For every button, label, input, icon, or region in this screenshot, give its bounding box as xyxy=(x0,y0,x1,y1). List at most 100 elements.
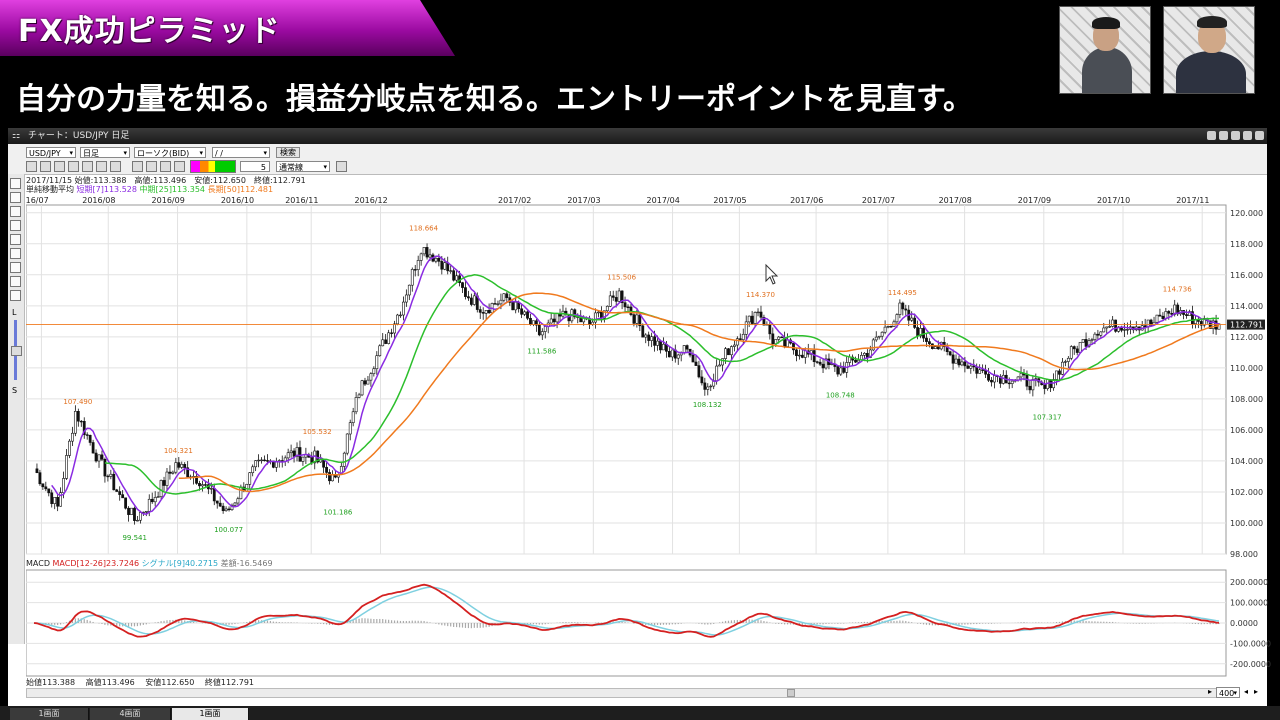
candle-body xyxy=(685,345,689,350)
line-width-input[interactable]: 5 xyxy=(240,161,270,172)
candle-body xyxy=(786,339,789,347)
tab-1-active[interactable]: 1画面 xyxy=(172,708,249,720)
candle-body xyxy=(662,343,665,351)
zoom-slider-thumb[interactable] xyxy=(11,346,22,356)
candle-body xyxy=(263,459,266,462)
candle-body xyxy=(744,321,748,335)
tool-7-icon[interactable] xyxy=(10,262,21,273)
candle-body xyxy=(1069,346,1073,359)
symbol-select[interactable]: USD/JPY ▾ xyxy=(26,147,76,158)
tab-1[interactable]: 1画面 xyxy=(10,708,89,720)
candle-body xyxy=(993,375,996,383)
fib-tool-icon[interactable] xyxy=(110,161,121,172)
delete-tool-icon[interactable] xyxy=(160,161,171,172)
scrollbar-thumb[interactable] xyxy=(787,689,795,697)
tool-2-icon[interactable] xyxy=(10,192,21,203)
candle-body xyxy=(910,317,914,321)
close-icon[interactable] xyxy=(1255,131,1264,140)
candle-body xyxy=(514,301,518,311)
trendline-tool-icon[interactable] xyxy=(54,161,65,172)
tool-6-icon[interactable] xyxy=(10,248,21,259)
candle-body xyxy=(221,505,225,512)
candle-body xyxy=(177,462,181,468)
text-tool-icon[interactable] xyxy=(174,161,185,172)
candle-body xyxy=(1108,326,1112,328)
tool-9-icon[interactable] xyxy=(10,290,21,301)
price-annotation: 108.132 xyxy=(693,401,722,409)
minimize-icon[interactable] xyxy=(1231,131,1240,140)
candle-body xyxy=(650,336,654,341)
candle-body xyxy=(41,483,45,488)
scroll-end-icon[interactable]: ▸ xyxy=(1254,687,1258,696)
candle-body xyxy=(79,420,83,423)
x-tick-label: 2016/07 xyxy=(26,196,49,205)
candle-body xyxy=(614,297,618,302)
tool-3-icon[interactable] xyxy=(10,206,21,217)
candle-body xyxy=(706,386,710,390)
price-type-select[interactable]: ローソク(BID) ▾ xyxy=(134,147,206,158)
candle-body xyxy=(130,507,133,515)
search-button[interactable]: 検索 xyxy=(276,147,300,158)
timeframe-select[interactable]: 日足 ▾ xyxy=(80,147,130,158)
candle-body xyxy=(1072,346,1076,350)
cursor-tool-icon[interactable] xyxy=(132,161,143,172)
candle-body xyxy=(1058,370,1061,375)
candle-body xyxy=(1084,339,1088,347)
candle-body xyxy=(963,361,967,367)
line-type-select[interactable]: 通常線 ▾ xyxy=(276,161,330,172)
x-tick-label: 2017/07 xyxy=(862,196,895,205)
settings-icon[interactable] xyxy=(1207,131,1216,140)
candle-body xyxy=(156,496,160,498)
candle-body xyxy=(718,364,722,367)
candle-body xyxy=(777,336,781,340)
tool-5-icon[interactable] xyxy=(10,234,21,245)
price-annotation: 114.495 xyxy=(888,289,917,297)
macd-tick-label: 200.0000 xyxy=(1230,578,1268,587)
candle-body xyxy=(180,463,184,468)
vline-tool-icon[interactable] xyxy=(82,161,93,172)
draw-pen-icon[interactable] xyxy=(336,161,347,172)
horizontal-scrollbar[interactable] xyxy=(26,688,1226,698)
candle-body xyxy=(925,337,928,342)
candle-body xyxy=(472,295,476,305)
candle-body xyxy=(750,315,754,324)
candle-body xyxy=(76,411,80,422)
y-tick-label: 98.000 xyxy=(1230,550,1258,559)
pen-tool-icon[interactable] xyxy=(146,161,157,172)
print-icon[interactable] xyxy=(1219,131,1228,140)
candle-body xyxy=(112,473,116,491)
macd-value: MACD[12-26]23.7246 xyxy=(52,559,140,568)
date-input[interactable]: / / ▾ xyxy=(212,147,270,158)
restore-icon[interactable] xyxy=(1243,131,1252,140)
scroll-right-icon[interactable]: ▸ xyxy=(1208,687,1212,696)
y-tick-label: 120.000 xyxy=(1230,209,1263,218)
tool-1-icon[interactable] xyxy=(10,178,21,189)
candle-body xyxy=(1007,382,1011,385)
bar-tool-icon[interactable] xyxy=(40,161,51,172)
tool-4-icon[interactable] xyxy=(10,220,21,231)
zoom-level-select[interactable]: 400 ▾ xyxy=(1216,687,1240,698)
tab-4[interactable]: 4画面 xyxy=(90,708,171,720)
candle-body xyxy=(65,455,68,479)
y-tick-label: 102.000 xyxy=(1230,488,1263,497)
candle-body xyxy=(981,369,985,371)
candle-body xyxy=(133,507,136,521)
channel-tool-icon[interactable] xyxy=(96,161,107,172)
candle-body xyxy=(434,257,438,262)
color-palette[interactable] xyxy=(190,160,236,173)
y-tick-label: 108.000 xyxy=(1230,395,1263,404)
hline-tool-icon[interactable] xyxy=(68,161,79,172)
ma-legend: 単純移動平均 短期[7]113.528 中期[25]113.354 長期[50]… xyxy=(26,184,273,195)
candle-body xyxy=(966,365,970,369)
macd-chart[interactable]: 200.0000 100.0000 0.0000 -100.0000 -200.0000 xyxy=(26,568,1280,678)
candle-body xyxy=(419,253,423,261)
candle-body xyxy=(694,361,698,366)
ohlc-status: 始値113.388 高値113.496 安値112.650 終値112.791 xyxy=(26,677,254,688)
candle-body xyxy=(159,480,163,497)
candle-body xyxy=(292,450,296,457)
tool-8-icon[interactable] xyxy=(10,276,21,287)
candle-body xyxy=(381,339,385,347)
candle-body xyxy=(877,335,881,338)
candle-tool-icon[interactable] xyxy=(26,161,37,172)
scroll-left-icon[interactable]: ◂ xyxy=(1244,687,1248,696)
